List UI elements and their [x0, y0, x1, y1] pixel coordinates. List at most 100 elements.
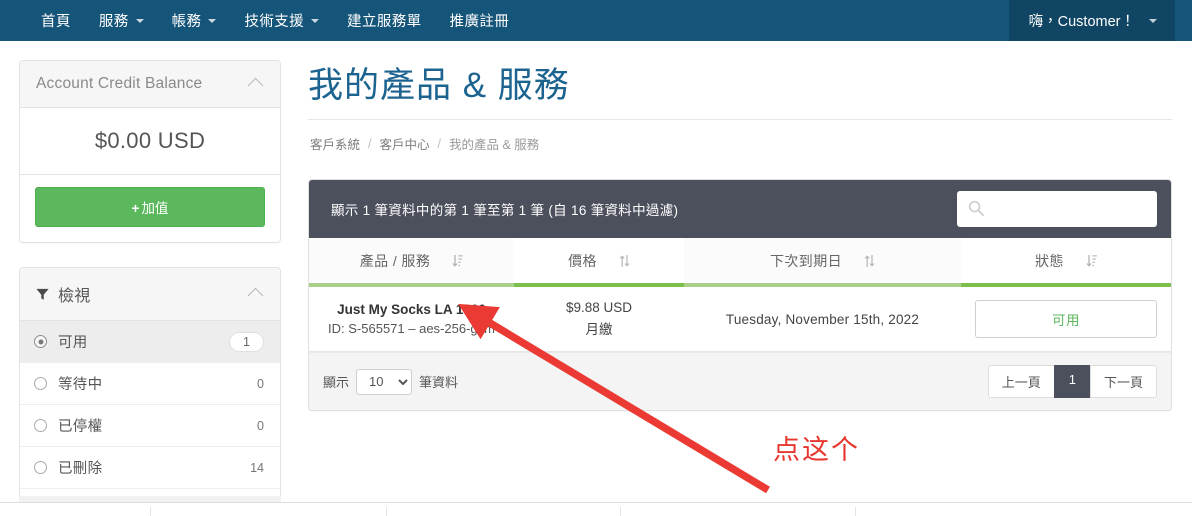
page-footer-strip [0, 502, 1192, 516]
user-greeting-label: 嗨，Customer！ [1028, 14, 1135, 30]
filter-item-count: 14 [250, 460, 264, 475]
filter-item-count: 0 [257, 376, 264, 391]
page-length-select[interactable]: 10 25 50 100 [356, 368, 413, 395]
nav-item-label: 建立服務單 [347, 14, 422, 30]
radio-icon [34, 335, 47, 348]
page-length-prefix-label: 顯示 [323, 375, 350, 390]
account-credit-amount: $0.00 USD [94, 128, 206, 153]
view-filter-title: 檢視 [58, 288, 91, 305]
filter-item-label: 已停權 [58, 419, 103, 435]
nav-item-label: 帳務 [171, 14, 202, 30]
table-info-text: 顯示 1 筆資料中的第 1 筆至第 1 筆 (自 16 筆資料中過濾) [331, 203, 679, 218]
top-navigation-bar: 首頁 服務 帳務 技術支援 建立服務單 推廣註冊 嗨，Customer！ [0, 0, 1192, 41]
filter-item-label: 已刪除 [58, 461, 103, 477]
cell-product[interactable]: Just My Socks LA 1000 ID: S-565571 – aes… [309, 285, 514, 352]
column-header-product[interactable]: 產品 / 服務 [309, 238, 514, 287]
footer-divider [855, 507, 856, 516]
chevron-down-icon [135, 18, 144, 23]
nav-item-billing[interactable]: 帳務 [158, 0, 231, 41]
column-header-label: 產品 / 服務 [359, 253, 431, 269]
nav-item-label: 推廣註冊 [449, 14, 510, 30]
filter-item-label: 可用 [58, 335, 88, 351]
chevron-down-icon [208, 18, 217, 23]
chevron-up-icon [247, 287, 264, 304]
pagination-previous-button[interactable]: 上一頁 [987, 365, 1055, 398]
cell-next-due-date: Tuesday, November 15th, 2022 [684, 285, 961, 352]
breadcrumb: 客戶系統 / 客戶中心 / 我的產品 & 服務 [308, 120, 1172, 153]
billing-cycle: 月繳 [585, 322, 613, 337]
filter-item-active[interactable]: 可用 1 [20, 321, 280, 363]
filter-item-count: 0 [257, 418, 264, 433]
page-length-suffix-label: 筆資料 [419, 375, 459, 390]
column-header-label: 價格 [568, 253, 597, 269]
footer-divider [620, 507, 621, 516]
filter-item-terminated[interactable]: 已刪除 14 [20, 447, 280, 489]
column-header-next-due-date[interactable]: 下次到期日 [684, 238, 961, 287]
account-credit-panel-header[interactable]: Account Credit Balance [20, 61, 280, 108]
radio-icon [34, 377, 47, 390]
services-table-card: 顯示 1 筆資料中的第 1 筆至第 1 筆 (自 16 筆資料中過濾) 產品 /… [308, 179, 1172, 411]
column-header-label: 下次到期日 [770, 253, 842, 269]
breadcrumb-separator: / [437, 136, 441, 151]
product-name: Just My Socks LA 1000 [337, 302, 486, 317]
annotation-text: 点这个 [773, 435, 860, 465]
column-header-label: 狀態 [1035, 253, 1064, 269]
footer-divider [150, 507, 151, 516]
sort-icon [452, 254, 464, 268]
footer-divider [386, 507, 387, 516]
nav-item-affiliates[interactable]: 推廣註冊 [436, 0, 524, 41]
nav-item-label: 服務 [98, 14, 129, 30]
filter-item-pending[interactable]: 等待中 0 [20, 363, 280, 405]
sort-icon [1086, 254, 1097, 268]
nav-primary-menu: 首頁 服務 帳務 技術支援 建立服務單 推廣註冊 [0, 0, 523, 41]
nav-item-label: 首頁 [41, 14, 71, 30]
account-credit-title: Account Credit Balance [36, 75, 203, 92]
price-amount: $9.88 USD [565, 300, 633, 315]
view-filter-panel-header[interactable]: 檢視 [20, 268, 280, 321]
nav-user-area: 嗨，Customer！ [1008, 0, 1192, 41]
breadcrumb-item-client-area[interactable]: 客戶系統 [310, 134, 360, 153]
view-filter-panel: 檢視 可用 1 等待中 0 已停權 0 已刪除 14 [19, 267, 281, 516]
user-account-menu[interactable]: 嗨，Customer！ [1008, 0, 1175, 41]
nav-item-services[interactable]: 服務 [85, 0, 158, 41]
nav-item-home[interactable]: 首頁 [27, 0, 85, 41]
status-badge[interactable]: 可用 [975, 300, 1157, 338]
pagination-next-button[interactable]: 下一頁 [1089, 365, 1157, 398]
view-filter-list: 可用 1 等待中 0 已停權 0 已刪除 14 [20, 321, 280, 516]
radio-icon [34, 461, 47, 474]
table-footer: 顯示 10 25 50 100 筆資料 上一頁 1 下一頁 [309, 352, 1171, 410]
sort-icon [619, 254, 630, 268]
column-header-status[interactable]: 狀態 [961, 238, 1171, 287]
radio-icon [34, 419, 47, 432]
table-header-row: 產品 / 服務 價格 下次到期日 狀態 [309, 238, 1171, 287]
nav-item-support[interactable]: 技術支援 [230, 0, 333, 41]
breadcrumb-separator: / [368, 136, 372, 151]
main-column: 我的產品 & 服務 客戶系統 / 客戶中心 / 我的產品 & 服務 顯示 1 筆… [308, 41, 1172, 411]
table-search-wrapper [957, 191, 1157, 227]
table-row[interactable]: Just My Socks LA 1000 ID: S-565571 – aes… [309, 285, 1171, 352]
chevron-up-icon [247, 77, 264, 94]
pagination: 上一頁 1 下一頁 [987, 365, 1157, 398]
table-toolbar: 顯示 1 筆資料中的第 1 筆至第 1 筆 (自 16 筆資料中過濾) [309, 180, 1171, 238]
breadcrumb-item-current: 我的產品 & 服務 [449, 138, 540, 152]
breadcrumb-item-client-home[interactable]: 客戶中心 [380, 134, 430, 153]
chevron-down-icon [1149, 18, 1157, 23]
filter-item-count: 1 [229, 331, 264, 352]
filter-icon [36, 288, 49, 301]
sidebar: Account Credit Balance $0.00 USD +加值 檢視 [19, 60, 281, 516]
page-title: 我的產品 & 服務 [308, 66, 570, 105]
product-id: ID: S-565571 – aes-256-gcm [328, 321, 495, 336]
add-funds-label: 加值 [141, 201, 169, 216]
column-header-price[interactable]: 價格 [514, 238, 684, 287]
services-table-head: 產品 / 服務 價格 下次到期日 狀態 [309, 238, 1171, 287]
filter-item-suspended[interactable]: 已停權 0 [20, 405, 280, 447]
search-input[interactable] [957, 191, 1157, 227]
nav-item-open-ticket[interactable]: 建立服務單 [333, 0, 436, 41]
pagination-page-1[interactable]: 1 [1053, 365, 1091, 398]
nav-item-label: 技術支援 [244, 14, 305, 30]
add-funds-button[interactable]: + 加值 [35, 187, 265, 227]
sort-icon [864, 254, 875, 268]
filter-item-label: 等待中 [58, 377, 103, 393]
account-credit-actions: + 加值 [20, 174, 280, 242]
cell-status: 可用 [961, 285, 1171, 352]
